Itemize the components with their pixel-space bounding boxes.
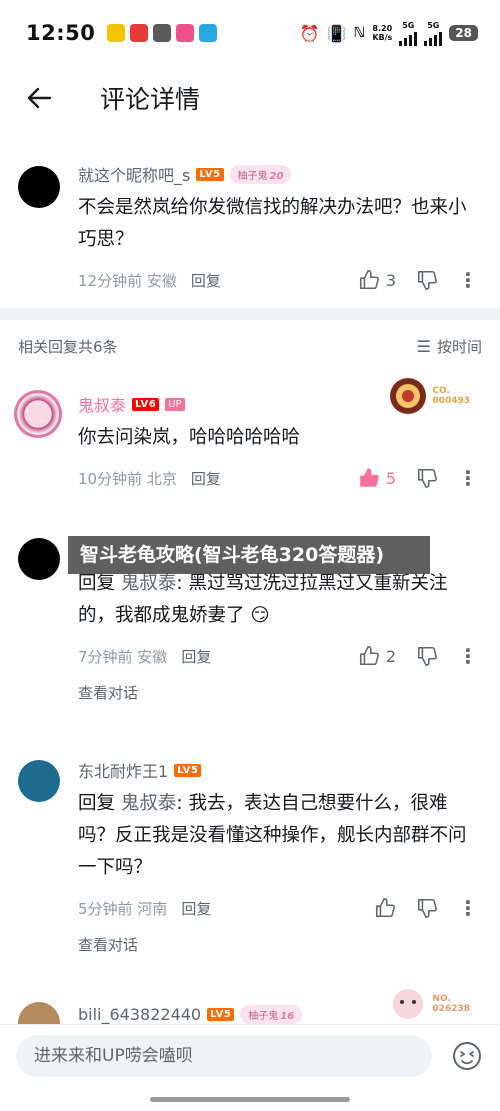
fan-medal: 柚子鬼 20 (229, 164, 292, 184)
view-conversation-link[interactable]: 查看对话 (78, 682, 478, 703)
avatar[interactable] (18, 760, 60, 802)
comment-input[interactable]: 进来来和UP唠会嗑呗 (16, 1035, 432, 1077)
reply-button[interactable]: 回复 (191, 468, 221, 489)
level-badge: LV5 (207, 1007, 235, 1021)
comment-meta: 12分钟前 安徽 (78, 271, 177, 290)
thumbs-up-icon[interactable] (374, 897, 396, 919)
app-notification-icon (176, 24, 195, 42)
comment-text: 回复 鬼叔泰: 我去，表达自己想要什么，很难吗？反正我是没看懂这种操作，舰长内部… (78, 793, 467, 878)
like-button[interactable]: 3 (358, 269, 396, 291)
app-notification-icon (153, 24, 172, 42)
net-speed: 8.20 KB/s (372, 24, 393, 42)
signal-icon: 5G (424, 21, 443, 46)
thumbs-down-icon[interactable] (416, 645, 438, 667)
clock: 12:50 (26, 21, 96, 45)
avatar[interactable] (14, 390, 62, 438)
like-count: 2 (385, 646, 396, 666)
reply-count: 相关回复共6条 (18, 337, 118, 356)
avatar[interactable] (18, 1002, 60, 1024)
more-options-icon[interactable]: ⋮ (458, 268, 478, 292)
username[interactable]: bili_643822440 (78, 1005, 201, 1024)
fan-medal: 柚子鬼 16 (240, 1004, 303, 1024)
app-bar: 评论详情 (0, 66, 500, 130)
level-badge: LV5 (174, 763, 202, 777)
thumbs-up-icon (359, 270, 379, 290)
more-options-icon[interactable]: ⋮ (458, 466, 478, 490)
vibrate-icon: 📳 (326, 23, 347, 43)
username[interactable]: 东北耐炸王1 (78, 758, 168, 782)
level-badge: LV5 (196, 167, 224, 181)
thumbs-down-icon[interactable] (416, 897, 438, 919)
sort-button[interactable]: ☰ 按时间 (417, 336, 482, 357)
comment-meta: 10分钟前 北京 (78, 469, 177, 488)
sort-icon: ☰ (416, 336, 431, 356)
avatar[interactable] (18, 166, 60, 208)
comment-text: 你去问染岚，哈哈哈哈哈哈 (78, 427, 301, 448)
status-bar: 12:50 ⏰ 📳 ℕ 8.20 KB/s 5G 5G 28 (0, 0, 500, 66)
fan-number-badge: NO. 026238 (388, 986, 470, 1022)
badge-emblem-icon (393, 989, 424, 1019)
battery-icon: 28 (449, 25, 478, 41)
thumbs-up-icon (360, 468, 379, 487)
thumbs-down-icon[interactable] (416, 467, 438, 489)
watermark-banner: 智斗老龟攻略(智斗老龟320答题器) (68, 536, 430, 574)
emoji-button-icon[interactable] (452, 1041, 482, 1071)
username[interactable]: 就这个昵称吧_s (78, 162, 190, 186)
telegram-icon (199, 24, 218, 42)
view-conversation-link[interactable]: 查看对话 (78, 934, 478, 955)
like-button[interactable]: 2 (358, 645, 396, 667)
reply-button[interactable]: 回复 (181, 646, 211, 667)
app-notification-icon (130, 24, 149, 42)
like-count: 5 (385, 468, 396, 488)
section-divider (0, 308, 500, 320)
back-arrow-icon[interactable] (26, 85, 52, 111)
thumbs-down-icon[interactable] (416, 269, 438, 291)
comment-text: 回复 鬼叔泰: 黑过骂过洗过拉黑过又重新关注的，我都成鬼娇妻了 😏 (78, 573, 448, 626)
more-options-icon[interactable]: ⋮ (458, 644, 478, 668)
emoji-icon: 😏 (250, 605, 270, 626)
more-options-icon[interactable]: ⋮ (458, 896, 478, 920)
alarm-icon: ⏰ (299, 23, 320, 43)
reply-button[interactable]: 回复 (191, 270, 221, 291)
comment-text: 不会是然岚给你发微信找的解决办法吧？也来小巧思？ (78, 197, 467, 250)
avatar[interactable] (18, 538, 60, 580)
username[interactable]: 鬼叔泰 (78, 392, 126, 416)
mentioned-user[interactable]: 鬼叔泰 (121, 573, 177, 594)
thumbs-up-icon (359, 646, 379, 666)
home-indicator[interactable] (150, 1097, 350, 1102)
comment-meta: 5分钟前 河南 (78, 899, 168, 918)
up-tag: UP (165, 397, 185, 411)
badge-emblem-icon (390, 378, 427, 414)
level-badge: LV6 (132, 397, 160, 411)
replies-header: 相关回复共6条 ☰ 按时间 (0, 320, 500, 372)
notification-icons (107, 24, 218, 42)
reply-button[interactable]: 回复 (181, 898, 211, 919)
page-title: 评论详情 (100, 85, 201, 114)
signal-icon: 5G (399, 21, 418, 46)
nfc-icon: ℕ (353, 25, 366, 41)
like-button[interactable]: 5 (358, 467, 396, 489)
fan-number-badge: CO. 000493 (388, 376, 470, 416)
mentioned-user[interactable]: 鬼叔泰 (121, 793, 177, 814)
comment-meta: 7分钟前 安徽 (78, 647, 168, 666)
like-count: 3 (385, 270, 396, 290)
app-notification-icon (107, 24, 126, 42)
comment-input-bar: 进来来和UP唠会嗑呗 (0, 1024, 500, 1111)
